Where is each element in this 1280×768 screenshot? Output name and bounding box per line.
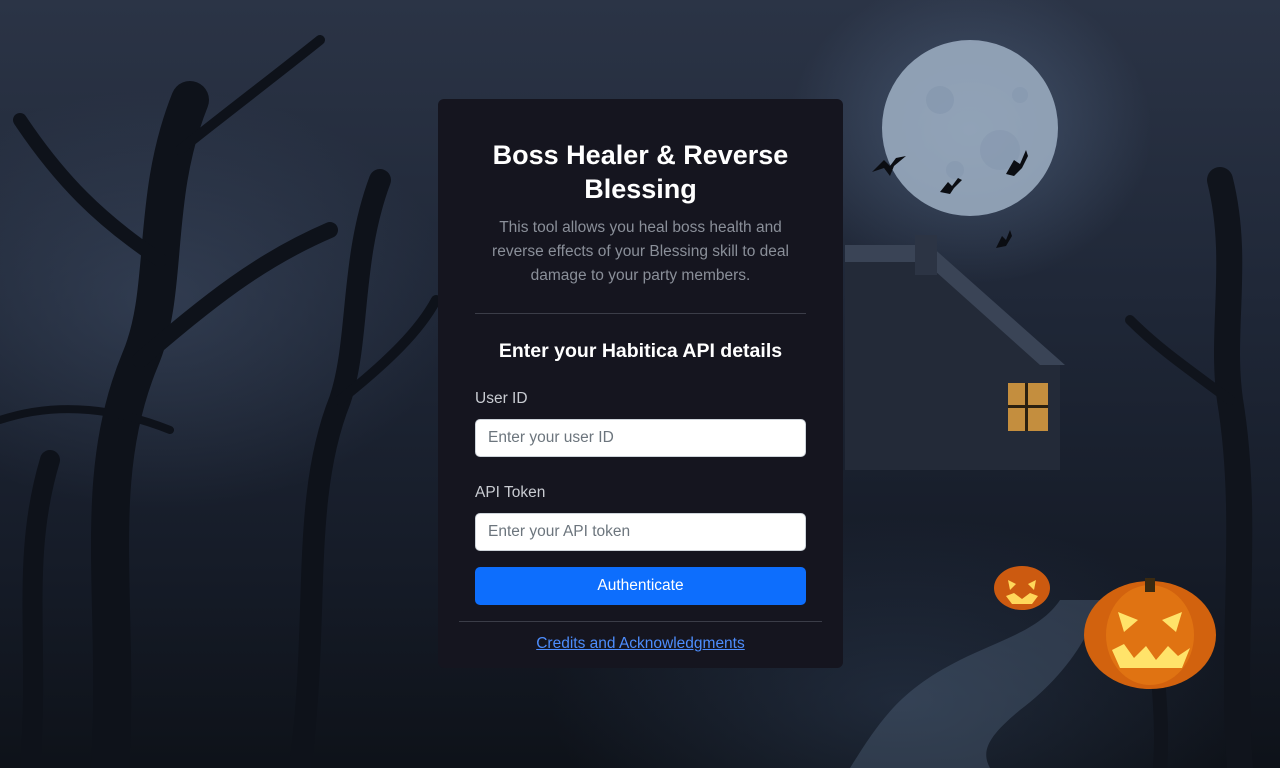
divider xyxy=(475,313,806,314)
moon-icon xyxy=(882,40,1058,216)
credits-link[interactable]: Credits and Acknowledgments xyxy=(536,635,745,653)
bat-icon xyxy=(996,230,1012,248)
authenticate-button[interactable]: Authenticate xyxy=(475,567,806,605)
page-description: This tool allows you heal boss health an… xyxy=(492,219,789,284)
jack-o-lantern-icon xyxy=(994,566,1050,610)
user-id-input[interactable] xyxy=(475,419,806,457)
api-token-label: API Token xyxy=(475,484,546,501)
footer-divider xyxy=(459,621,822,622)
user-id-label: User ID xyxy=(475,390,528,407)
api-credentials-form: User ID API Token Authenticate xyxy=(475,389,806,605)
page-title: Boss Healer & Reverse Blessing xyxy=(492,140,789,204)
haunted-house-icon xyxy=(845,235,1065,470)
api-token-input[interactable] xyxy=(475,513,806,551)
jack-o-lantern-icon xyxy=(1084,578,1216,689)
login-card: Boss Healer & Reverse Blessing This tool… xyxy=(438,99,843,668)
form-heading: Enter your Habitica API details xyxy=(498,340,783,362)
